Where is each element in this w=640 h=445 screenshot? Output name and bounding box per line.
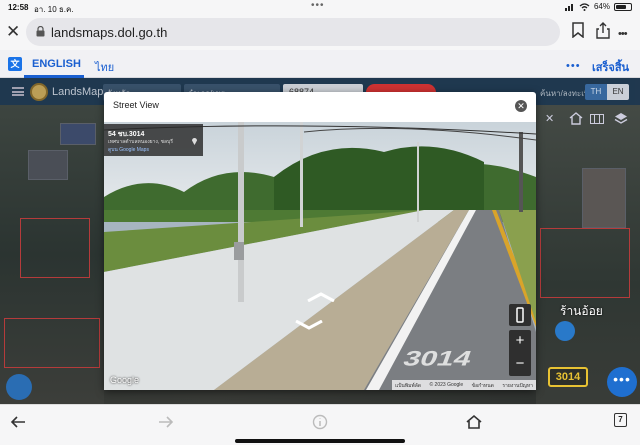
status-bar: 12:58 อา. 10 ธ.ค. ••• 64% xyxy=(0,0,640,14)
menu-icon[interactable] xyxy=(12,87,24,96)
info-icon[interactable] xyxy=(312,414,328,430)
translate-thai-tab[interactable]: ไทย xyxy=(95,58,114,76)
layers-icon[interactable] xyxy=(614,112,628,126)
more-icon[interactable]: ••• xyxy=(618,28,628,40)
translate-icon: 文 xyxy=(8,57,22,71)
report-problem-link[interactable]: รายงานปัญหา xyxy=(502,382,533,389)
home-indicator xyxy=(235,439,405,443)
grid-icon[interactable] xyxy=(590,114,604,124)
nav-arrow-forward-icon[interactable] xyxy=(306,292,336,302)
road-marking: 3014 xyxy=(399,347,476,371)
home-icon[interactable] xyxy=(569,112,583,125)
terms-link[interactable]: ข้อกำหนด xyxy=(472,382,494,389)
forward-arrow-icon[interactable] xyxy=(158,414,174,430)
copyright: © 2023 Google xyxy=(429,382,464,388)
map-pin-icon[interactable] xyxy=(191,136,198,145)
multitask-dots-icon[interactable]: ••• xyxy=(311,0,325,11)
zoom-control: + − xyxy=(509,330,531,376)
building-roof xyxy=(582,168,626,228)
more-fab-button[interactable]: ••• xyxy=(607,367,637,397)
battery-percent: 64% xyxy=(593,2,610,11)
street-view-dialog: Street View ✕ 54 ชบ.3014 เทศบาลตำบลหนองย… xyxy=(104,92,536,390)
nav-arrow-back-icon[interactable] xyxy=(294,320,324,330)
road-number-badge: 3014 xyxy=(548,367,588,387)
keyboard-shortcuts-link[interactable]: แป้นพิมพ์ลัด xyxy=(395,382,421,389)
google-logo: Google xyxy=(110,375,140,385)
location-address: เทศบาลตำบลหนองยาง, ชลบุรี xyxy=(108,139,173,145)
translate-bar: 文 ENGLISH ไทย ••• เสร็จสิ้น xyxy=(0,50,640,78)
translate-done-button[interactable]: เสร็จสิ้น xyxy=(592,58,629,76)
url-text: landsmaps.dol.go.th xyxy=(51,25,168,40)
home-icon[interactable] xyxy=(466,414,482,430)
zoom-in-button[interactable]: + xyxy=(509,330,531,353)
parcel-boundary xyxy=(20,218,90,278)
pegman-icon[interactable] xyxy=(509,304,531,326)
building-roof xyxy=(60,123,96,145)
shop-pin-icon[interactable] xyxy=(555,321,575,341)
translate-more-icon[interactable]: ••• xyxy=(566,60,581,72)
landsmaps-app: LandsMaps จังหวัด อำเภอ/เขต 68874 ค้นหา/… xyxy=(0,78,640,404)
translate-english-tab[interactable]: ENGLISH xyxy=(32,58,81,70)
share-icon[interactable] xyxy=(596,22,610,39)
landsmaps-logo xyxy=(30,83,48,101)
street-view-title: Street View xyxy=(113,100,159,110)
street-view-close-icon[interactable]: ✕ xyxy=(515,100,527,112)
location-fab-icon[interactable] xyxy=(6,374,32,400)
wifi-icon xyxy=(579,2,590,11)
open-in-google-maps-link[interactable]: ดูบน Google Maps xyxy=(108,146,149,154)
app-title: LandsMaps xyxy=(52,86,109,98)
back-arrow-icon[interactable] xyxy=(10,414,26,430)
street-view-footer: แป้นพิมพ์ลัด © 2023 Google ข้อกำหนด รายง… xyxy=(392,380,536,390)
zoom-out-button[interactable]: − xyxy=(509,353,531,376)
parcel-boundary xyxy=(4,318,100,368)
place-label: ร้านอ้อย xyxy=(560,304,603,318)
tabs-button[interactable]: 7 xyxy=(614,413,627,427)
browser-bottom-bar: 7 xyxy=(0,404,640,445)
location-info-card: 54 ชบ.3014 เทศบาลตำบลหนองยาง, ชลบุรี ดูบ… xyxy=(104,124,203,156)
building-roof xyxy=(28,150,68,180)
lock-icon xyxy=(36,26,45,37)
address-bar[interactable]: landsmaps.dol.go.th xyxy=(26,18,560,46)
browser-toolbar: ✕ landsmaps.dol.go.th ••• xyxy=(0,14,640,50)
lang-en-button[interactable]: EN xyxy=(607,84,629,100)
map-close-icon[interactable]: ✕ xyxy=(545,112,554,125)
street-view-panorama[interactable]: 54 ชบ.3014 เทศบาลตำบลหนองยาง, ชลบุรี ดูบ… xyxy=(104,122,536,390)
status-indicators: 64% xyxy=(564,2,632,11)
battery-icon xyxy=(614,2,632,11)
lang-th-button[interactable]: TH xyxy=(585,84,607,100)
signal-icon xyxy=(564,3,573,11)
parcel-boundary xyxy=(540,228,630,298)
close-icon[interactable]: ✕ xyxy=(6,23,22,40)
bookmark-icon[interactable] xyxy=(572,22,584,38)
status-time: 12:58 xyxy=(8,3,29,12)
